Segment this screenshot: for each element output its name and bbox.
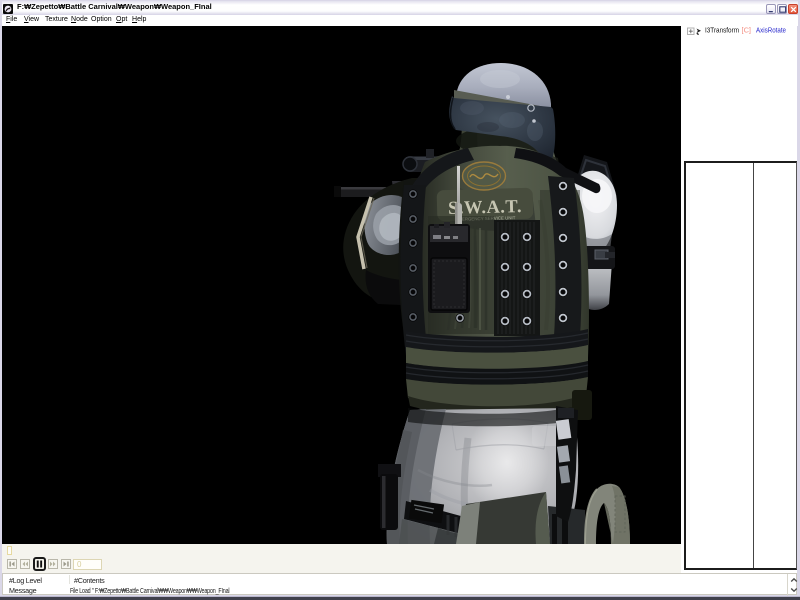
svg-text:I3Transform: I3Transform	[705, 26, 739, 34]
svg-text:AxisRotate: AxisRotate	[756, 26, 786, 34]
svg-text:[C]: [C]	[742, 26, 752, 34]
